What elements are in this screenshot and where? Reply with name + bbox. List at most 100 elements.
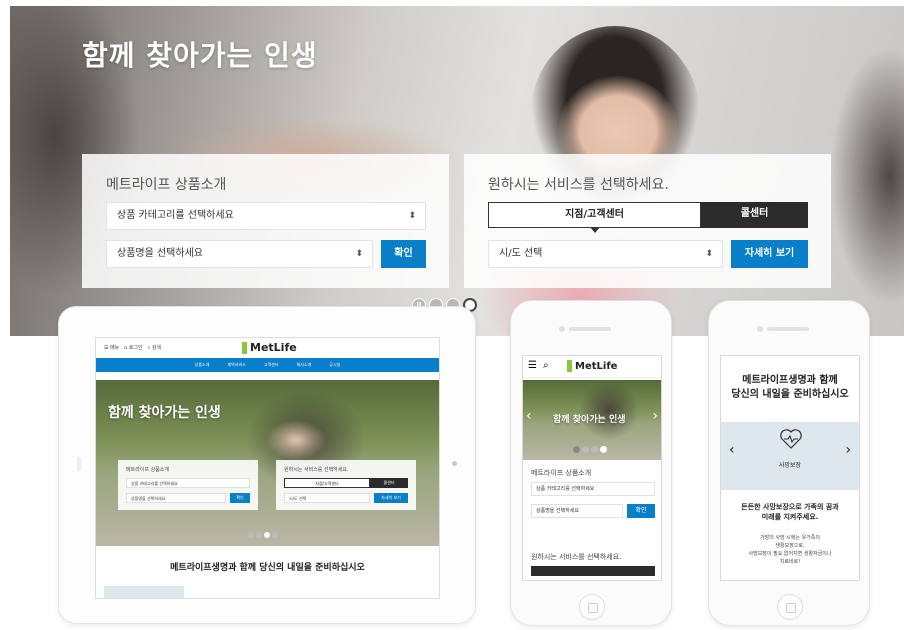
home-button[interactable] — [777, 594, 803, 620]
tablet-confirm-button[interactable]: 확인 — [230, 493, 250, 503]
home-button[interactable] — [579, 594, 605, 620]
product-finder-title: 메트라이프 상품소개 — [106, 177, 227, 193]
tab-call-center[interactable]: 콜센터 — [701, 202, 808, 228]
phone1-hero-title: 함께 찾아가는 인생 — [553, 415, 626, 425]
search-label[interactable]: 검색 — [152, 345, 161, 351]
category-select-value: 상품 카테고리를 선택하세요 — [117, 210, 234, 221]
chevron-left-icon[interactable]: ‹ — [526, 408, 532, 424]
detail-button[interactable]: 자세히 보기 — [731, 240, 808, 268]
phone1-hero-photo — [579, 380, 639, 440]
product-select[interactable]: 상품명을 선택하세요 ⬍ — [106, 240, 373, 268]
service-tabs: 지점/고객센터 콜센터 — [488, 202, 808, 233]
nav-item[interactable]: 회사소개 — [297, 358, 312, 372]
phone2-screen: 메트라이프생명과 함께 당신의 내일을 준비하십시오 ‹ › 사망보장 든든한 … — [720, 355, 860, 581]
tablet-main-nav: 상품소개 계약서비스 고객센터 회사소개 공시실 — [96, 358, 439, 372]
phone1-service-tabs[interactable] — [531, 566, 655, 576]
menu-icon[interactable]: ☰ — [528, 360, 537, 371]
tablet-hero-title: 함께 찾아가는 인생 — [108, 405, 221, 421]
carousel-dot[interactable] — [582, 446, 589, 453]
phone1-logo[interactable]: MetLife — [567, 360, 617, 372]
tablet-service-title: 원하시는 서비스를 선택하세요. — [284, 467, 349, 473]
product-finder-panel: 메트라이프 상품소개 상품 카테고리를 선택하세요 ⬍ 상품명을 선택하세요 ⬍… — [82, 154, 449, 288]
phone1-header: ☰ ⌕ MetLife — [523, 356, 661, 378]
tablet-topbar: ☰ 메뉴 ⌂ 로그인 ⌕ 검색 MetLife — [96, 338, 439, 358]
login-icon[interactable]: ⌂ — [124, 345, 127, 351]
tablet-carousel-dots — [248, 532, 278, 538]
carousel-dot[interactable] — [272, 532, 278, 538]
confirm-button[interactable]: 확인 — [381, 240, 426, 268]
nav-item[interactable]: 상품소개 — [195, 358, 210, 372]
chevron-left-icon[interactable]: ‹ — [729, 442, 735, 458]
region-select[interactable]: 시/도 선택 ⬍ — [488, 240, 723, 268]
menu-icon[interactable]: ☰ — [104, 345, 108, 351]
carousel-dot[interactable] — [591, 446, 598, 453]
tablet-tab-branch[interactable]: 지점/고객센터 — [284, 478, 370, 488]
search-icon[interactable]: ⌕ — [147, 345, 150, 351]
tablet-hero: 함께 찾아가는 인생 메트라이프 상품소개 상품 카테고리를 선택하세요 상품명… — [96, 380, 439, 546]
phone2-title: 메트라이프생명과 함께 당신의 내일을 준비하십시오 — [721, 374, 859, 402]
region-select-value: 시/도 선택 — [499, 248, 543, 259]
tablet-service-panel: 원하시는 서비스를 선택하세요. 지점/고객센터 콜센터 시/도 선택 자세히 … — [276, 460, 416, 510]
pause-icon[interactable] — [573, 446, 580, 453]
tablet-category-select[interactable]: 상품 카테고리를 선택하세요 — [126, 478, 250, 488]
product-select-value: 상품명을 선택하세요 — [117, 248, 203, 259]
phone2-title-line2: 당신의 내일을 준비하십시오 — [731, 389, 849, 400]
service-finder-title: 원하시는 서비스를 선택하세요. — [488, 177, 669, 193]
logo-text: MetLife — [575, 360, 618, 372]
phone2-desc-line3: 사망보장이 필요 없어지면 생활자금이나 — [748, 551, 832, 557]
phone-camera — [757, 326, 763, 332]
phone1-screen: ☰ ⌕ MetLife 함께 찾아가는 인생 ‹ › 메트라이프 상품소개 상품… — [522, 355, 662, 581]
search-icon[interactable]: ⌕ — [543, 360, 549, 371]
phone2-description: 가장의 사망 시에는 유가족의 생활보장으로, 사망보장이 필요 없어지면 생활… — [721, 534, 859, 566]
category-select[interactable]: 상품 카테고리를 선택하세요 ⬍ — [106, 202, 426, 230]
phone2-desc-line2: 생활보장으로, — [775, 543, 805, 549]
phone1-hero: 함께 찾아가는 인생 ‹ › — [523, 380, 661, 460]
phone1-category-select[interactable]: 상품 카테고리를 선택하세요 — [531, 482, 655, 496]
chevron-right-icon[interactable]: › — [845, 442, 851, 458]
tab-branch[interactable]: 지점/고객센터 — [488, 202, 701, 233]
phone1-product-title: 메트라이프 상품소개 — [531, 469, 592, 477]
tablet-product-select[interactable]: 상품명을 선택하세요 — [126, 493, 226, 503]
tablet-region-select[interactable]: 시/도 선택 — [284, 493, 370, 503]
phone2-desc-line1: 가장의 사망 시에는 유가족의 — [760, 535, 820, 541]
carousel-dot[interactable] — [256, 532, 262, 538]
phone-device-1: ☰ ⌕ MetLife 함께 찾아가는 인생 ‹ › 메트라이프 상품소개 상품… — [510, 300, 672, 626]
phone-device-2: 메트라이프생명과 함께 당신의 내일을 준비하십시오 ‹ › 사망보장 든든한 … — [708, 300, 870, 626]
tablet-footer-block — [104, 586, 184, 598]
phone2-desc-line4: 치료비로! — [779, 559, 801, 565]
phone1-carousel-dots — [573, 446, 607, 453]
phone2-category-label: 사망보장 — [778, 462, 802, 469]
tablet-side-button — [77, 457, 81, 471]
tablet-footer-text: 메트라이프생명과 함께 당신의 내일을 준비하십시오 — [170, 563, 365, 573]
hero-photo-figure-right — [830, 46, 904, 306]
tablet-tab-call[interactable]: 콜센터 — [370, 478, 408, 488]
tablet-device: ☰ 메뉴 ⌂ 로그인 ⌕ 검색 MetLife 상품소개 계약서비스 고객센터 … — [58, 306, 476, 624]
login-label[interactable]: 로그인 — [129, 345, 143, 351]
tablet-product-panel: 메트라이프 상품소개 상품 카테고리를 선택하세요 상품명을 선택하세요 확인 — [118, 460, 258, 510]
chevron-right-icon[interactable]: › — [652, 408, 658, 424]
nav-item[interactable]: 고객센터 — [264, 358, 279, 372]
select-caret-icon: ⬍ — [408, 211, 416, 221]
nav-item[interactable]: 공시실 — [329, 358, 340, 372]
phone1-product-select[interactable]: 상품명을 선택하세요 — [531, 504, 623, 518]
metlife-logo-icon — [567, 360, 572, 372]
carousel-dot[interactable] — [248, 532, 254, 538]
tablet-hero-photo-face — [266, 420, 326, 460]
tablet-product-title: 메트라이프 상품소개 — [126, 467, 169, 473]
phone2-sub-line1: 든든한 사망보장으로 가족의 꿈과 — [741, 503, 839, 511]
tablet-topbar-links: ☰ 메뉴 ⌂ 로그인 ⌕ 검색 — [104, 344, 161, 351]
tablet-detail-button[interactable]: 자세히 보기 — [374, 493, 408, 503]
tablet-screen: ☰ 메뉴 ⌂ 로그인 ⌕ 검색 MetLife 상품소개 계약서비스 고객센터 … — [95, 337, 440, 599]
nav-item[interactable]: 계약서비스 — [227, 358, 245, 372]
page: 함께 찾아가는 인생 메트라이프 상품소개 상품 카테고리를 선택하세요 ⬍ 상… — [0, 0, 904, 630]
phone1-confirm-button[interactable]: 확인 — [627, 504, 655, 518]
carousel-dot-active[interactable] — [264, 532, 270, 538]
logo-text: MetLife — [250, 341, 297, 354]
tablet-camera — [452, 461, 457, 466]
phone-speaker — [569, 327, 611, 331]
tablet-logo[interactable]: MetLife — [242, 341, 297, 354]
carousel-dot-active[interactable] — [600, 446, 607, 453]
phone2-subtitle: 든든한 사망보장으로 가족의 꿈과 미래를 지켜주세요. — [721, 502, 859, 522]
select-caret-icon: ⬍ — [705, 249, 713, 259]
menu-label[interactable]: 메뉴 — [110, 345, 119, 351]
